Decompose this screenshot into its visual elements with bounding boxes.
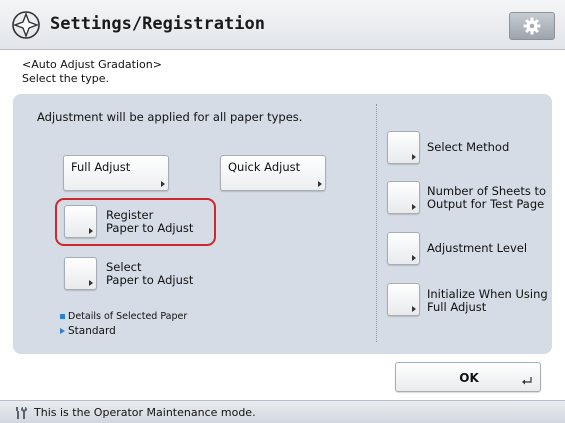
quick-adjust-button[interactable]: Quick Adjust <box>220 155 326 191</box>
bullet-arrow-icon <box>60 328 65 334</box>
initialize-button[interactable] <box>387 283 420 316</box>
details-label: Details of Selected Paper <box>68 311 187 322</box>
full-adjust-label: Full Adjust <box>71 160 131 174</box>
settings-registration-icon <box>12 11 40 39</box>
ok-button[interactable]: OK <box>395 362 541 392</box>
bullet-square-icon <box>60 314 65 319</box>
select-method-label: Select Method <box>427 140 510 154</box>
register-paper-label: Register Paper to Adjust <box>106 208 194 235</box>
details-text: Details of Selected Paper <box>68 311 188 322</box>
return-arrow-icon <box>522 377 532 385</box>
register-paper-button[interactable] <box>64 205 97 238</box>
screen-subtitle: <Auto Adjust Gradation> Select the type. <box>22 58 162 86</box>
arrow-right-icon <box>412 204 416 210</box>
adjustment-level-button[interactable] <box>387 232 420 265</box>
arrow-right-icon <box>89 280 93 286</box>
initialize-label: Initialize When Using Full Adjust <box>427 287 548 314</box>
full-adjust-button[interactable]: Full Adjust <box>63 155 169 191</box>
settings-button[interactable] <box>509 12 555 40</box>
subtitle-line-1: <Auto Adjust Gradation> <box>22 58 162 71</box>
gear-icon <box>523 17 541 35</box>
select-paper-label: Select Paper to Adjust <box>106 260 194 287</box>
arrow-right-icon <box>89 228 93 234</box>
number-of-sheets-label: Number of Sheets to Output for Test Page <box>427 184 547 211</box>
arrow-right-icon <box>318 181 322 187</box>
panel-divider <box>376 104 377 342</box>
arrow-right-icon <box>412 306 416 312</box>
select-method-button[interactable] <box>387 131 420 164</box>
info-text: Adjustment will be applied for all paper… <box>37 110 303 124</box>
subtitle-line-2: Select the type. <box>22 72 110 85</box>
select-paper-button[interactable] <box>64 257 97 290</box>
ok-label: OK <box>459 371 479 385</box>
quick-adjust-label: Quick Adjust <box>228 160 301 174</box>
status-bar: This is the Operator Maintenance mode. <box>0 400 565 423</box>
selected-paper-value: Standard <box>68 325 116 337</box>
status-message: This is the Operator Maintenance mode. <box>34 406 256 419</box>
arrow-right-icon <box>412 154 416 160</box>
wrench-icon <box>16 407 27 419</box>
adjustment-level-label: Adjustment Level <box>427 241 528 255</box>
number-of-sheets-button[interactable] <box>387 181 420 214</box>
page-title: Settings/Registration <box>50 14 265 34</box>
arrow-right-icon <box>161 181 165 187</box>
title-bar: Settings/Registration <box>0 0 565 50</box>
arrow-right-icon <box>412 255 416 261</box>
